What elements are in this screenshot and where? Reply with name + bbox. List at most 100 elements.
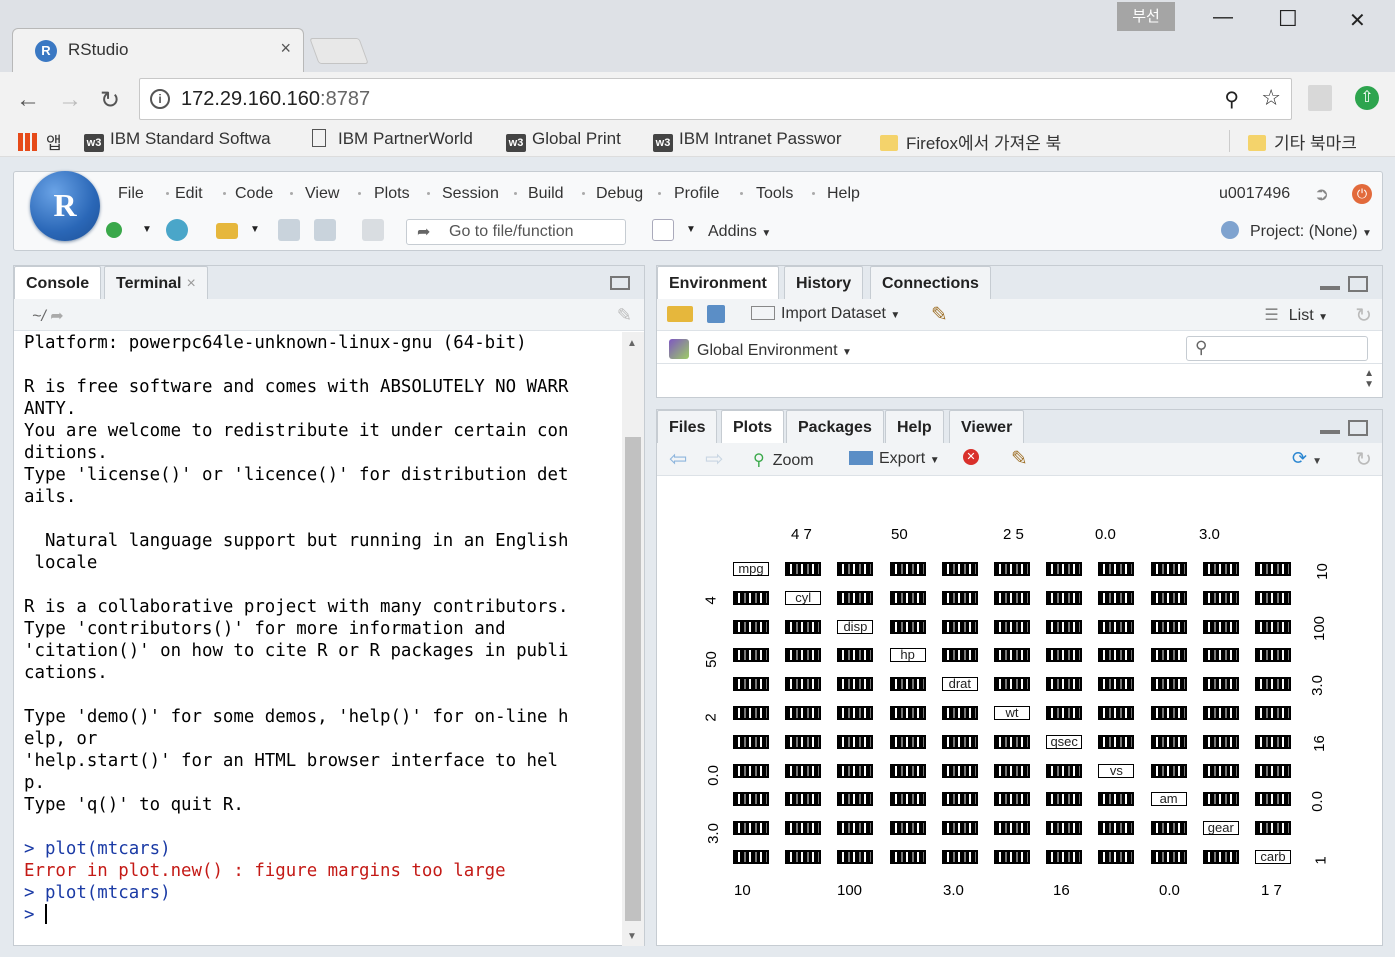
save-all-icon[interactable] (314, 219, 336, 241)
bookmark-partnerworld[interactable]: IBM PartnerWorld (312, 129, 473, 149)
key-icon[interactable]: ⚲ (1224, 87, 1239, 112)
tab-files[interactable]: Files (657, 410, 718, 443)
chevron-down-icon[interactable]: ▼ (686, 224, 696, 235)
import-dataset-button[interactable]: Import Dataset ▼ (751, 305, 900, 323)
refresh-icon[interactable]: ↻ (1355, 303, 1372, 328)
goto-file-input[interactable]: ➦ Go to file/function (406, 219, 626, 245)
previous-plot-icon[interactable]: ⇦ (669, 446, 687, 472)
profile-badge[interactable]: 부선 (1117, 2, 1175, 31)
bookmark-divider (1229, 130, 1230, 152)
chevron-down-icon[interactable]: ▼ (142, 224, 152, 235)
broom-icon[interactable]: ✎ (931, 302, 948, 327)
list-view-button[interactable]: ☰ List ▼ (1264, 305, 1328, 325)
minimize-pane-icon[interactable] (1320, 286, 1340, 290)
addins-menu[interactable]: Addins ▼ (708, 223, 771, 241)
console-line: 'help.start()' for an HTML browser inter… (24, 751, 558, 771)
minimize-pane-icon[interactable] (1320, 430, 1340, 434)
new-file-icon[interactable] (106, 222, 122, 238)
browser-tab-rstudio[interactable]: R RStudio × (12, 28, 304, 72)
right-tick-label: 10 (1313, 563, 1331, 580)
bookmark-intranet-password[interactable]: w3 IBM Intranet Passwor (653, 129, 842, 152)
bookmark-global-print[interactable]: w3 Global Print (506, 129, 621, 152)
search-icon: ⚲ (1195, 338, 1208, 357)
menu-view[interactable]: View (305, 185, 339, 203)
console-log: ComputingPlatform: powerpc64le-unknown-l… (24, 332, 622, 926)
maximize-icon[interactable]: ☐ (1278, 6, 1298, 32)
save-workspace-icon[interactable] (707, 305, 725, 323)
bookmark-folder-other[interactable]: 기타 북마크 (1248, 129, 1357, 154)
zoom-button[interactable]: ⚲ Zoom (753, 450, 814, 470)
menu-build[interactable]: Build (528, 185, 564, 203)
save-icon[interactable] (278, 219, 300, 241)
forward-icon[interactable]: → (58, 86, 82, 114)
menu-session[interactable]: Session (442, 185, 499, 203)
open-file-icon[interactable] (216, 223, 238, 239)
publish-icon[interactable]: ⟳ ▼ (1292, 448, 1322, 469)
maximize-pane-icon[interactable] (1348, 276, 1368, 292)
tab-terminal[interactable]: Terminal × (104, 266, 208, 299)
scroll-up-icon[interactable]: ▲ (627, 338, 637, 349)
menu-help[interactable]: Help (827, 185, 860, 203)
tab-viewer[interactable]: Viewer (949, 410, 1025, 443)
bookmark-ibm-standard[interactable]: w3 IBM Standard Softwa (84, 129, 271, 152)
address-bar[interactable]: i 172.29.160.160:8787 ⚲ ☆ (139, 78, 1292, 120)
bookmark-star-icon[interactable]: ☆ (1261, 85, 1281, 111)
pdf-extension-icon[interactable] (1308, 85, 1332, 111)
refresh-icon[interactable]: ↻ (1355, 447, 1372, 472)
tab-environment[interactable]: Environment (657, 266, 779, 299)
env-scroll-arrows-icon[interactable]: ▲ ▼ (1364, 368, 1374, 390)
new-tab-button[interactable] (309, 38, 369, 64)
terminal-close-icon[interactable]: × (187, 275, 196, 292)
clear-console-icon[interactable]: ✎ (617, 305, 632, 326)
menu-plots[interactable]: Plots (374, 185, 410, 203)
tab-console[interactable]: Console (14, 266, 102, 299)
bookmark-apps[interactable]: 앱 (18, 129, 62, 154)
project-menu[interactable]: Project: (None) ▼ (1250, 223, 1372, 241)
console-output[interactable]: ComputingPlatform: powerpc64le-unknown-l… (14, 332, 622, 946)
console-scrollbar[interactable]: ▲ ▼ (622, 332, 644, 946)
working-dir-label[interactable]: ~/ ➦ (32, 306, 64, 326)
menu-debug[interactable]: Debug (596, 185, 643, 203)
environment-search-input[interactable]: ⚲ (1186, 336, 1368, 361)
grid-layout-icon[interactable] (652, 219, 674, 241)
console-prompt[interactable]: > (24, 904, 622, 926)
update-icon[interactable]: ⇧ (1355, 86, 1379, 110)
close-window-icon[interactable]: ✕ (1349, 8, 1366, 33)
maximize-pane-icon[interactable] (1348, 420, 1368, 436)
menu-edit[interactable]: Edit (175, 185, 203, 203)
reload-icon[interactable]: ↻ (100, 86, 120, 115)
export-button[interactable]: Export ▼ (849, 450, 940, 468)
plot-canvas[interactable]: mpg cyl disp hp drat wt qsec vs am gear carb 4 7 50 2… (657, 477, 1382, 945)
chevron-down-icon[interactable]: ▼ (250, 224, 260, 235)
remove-plot-icon[interactable]: ✕ (963, 449, 979, 465)
menu-code[interactable]: Code (235, 185, 273, 203)
scroll-down-icon[interactable]: ▼ (627, 931, 637, 942)
tab-help[interactable]: Help (885, 410, 944, 443)
tab-plots[interactable]: Plots (721, 410, 785, 443)
load-workspace-icon[interactable] (667, 306, 693, 322)
menu-profile[interactable]: Profile (674, 185, 719, 203)
scatter-panel (889, 821, 926, 836)
signout-icon[interactable]: ➲ (1314, 184, 1329, 205)
print-icon[interactable] (362, 219, 384, 241)
scatter-panel (733, 648, 769, 663)
bookmark-folder-firefox[interactable]: Firefox에서 가져온 북 (880, 129, 1061, 154)
broom-icon[interactable]: ✎ (1011, 446, 1028, 471)
tab-close-icon[interactable]: × (280, 38, 291, 59)
global-environment-dropdown[interactable]: Global Environment ▼ (669, 339, 852, 360)
new-project-icon[interactable] (166, 219, 188, 241)
power-icon[interactable]: ⏻ (1352, 184, 1372, 204)
menu-file[interactable]: File (118, 185, 144, 203)
scatter-panel (889, 619, 926, 634)
diagonal-label-wt: wt (994, 706, 1030, 720)
scroll-thumb[interactable] (625, 437, 641, 921)
site-info-icon[interactable]: i (150, 89, 170, 109)
maximize-pane-icon[interactable] (610, 276, 630, 290)
tab-history[interactable]: History (784, 266, 864, 299)
minimize-icon[interactable]: — (1213, 6, 1233, 29)
tab-packages[interactable]: Packages (786, 410, 884, 443)
tab-connections[interactable]: Connections (870, 266, 991, 299)
back-icon[interactable]: ← (16, 86, 40, 114)
next-plot-icon[interactable]: ⇨ (705, 446, 723, 472)
menu-tools[interactable]: Tools (756, 185, 793, 203)
